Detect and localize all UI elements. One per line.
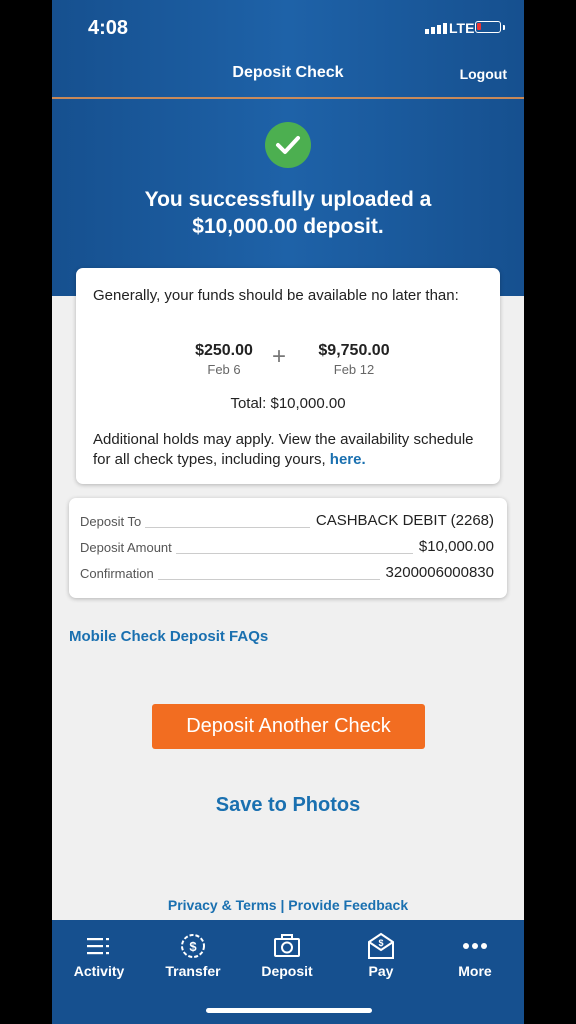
page-title: Deposit Check bbox=[232, 64, 344, 81]
signal-icon bbox=[425, 23, 447, 34]
app-screen: 4:08 LTE Deposit Check Logout You succes… bbox=[52, 0, 524, 1024]
battery-icon bbox=[475, 21, 501, 33]
tab-pay[interactable]: $ Pay bbox=[334, 920, 428, 990]
tab-deposit[interactable]: Deposit bbox=[240, 920, 334, 990]
first-release-amount: $250.00 Feb 6 bbox=[184, 342, 264, 377]
funds-total: Total: $10,000.00 bbox=[230, 395, 346, 412]
deposit-to-row: Deposit To CASHBACK DEBIT (2268) bbox=[80, 512, 494, 534]
network-label: LTE bbox=[449, 20, 475, 36]
home-indicator[interactable] bbox=[206, 1008, 372, 1013]
funds-availability-card: Generally, your funds should be availabl… bbox=[76, 268, 500, 484]
deposit-amount-value: $10,000.00 bbox=[412, 538, 494, 555]
success-line-2: $10,000.00 deposit. bbox=[192, 215, 384, 238]
confirmation-value: 3200006000830 bbox=[379, 564, 494, 581]
plus-sign: + bbox=[272, 343, 287, 370]
deposit-amount-label: Deposit Amount bbox=[80, 540, 176, 555]
dollar-transfer-icon: $ bbox=[179, 932, 207, 960]
tab-label: Pay bbox=[368, 963, 394, 979]
logout-button[interactable]: Logout bbox=[460, 66, 507, 82]
second-amount-value: $9,750.00 bbox=[318, 342, 390, 359]
first-amount-date: Feb 6 bbox=[207, 362, 241, 377]
status-bar: 4:08 LTE bbox=[52, 0, 524, 56]
footer-separator: | bbox=[280, 897, 285, 913]
availability-schedule-link[interactable]: here. bbox=[330, 451, 366, 468]
second-amount-date: Feb 12 bbox=[333, 362, 375, 377]
nav-bar: Deposit Check Logout bbox=[52, 56, 524, 98]
check-circle-icon bbox=[265, 122, 311, 168]
second-release-amount: $9,750.00 Feb 12 bbox=[304, 342, 404, 377]
holds-notice: Additional holds may apply. View the ava… bbox=[93, 430, 489, 470]
deposit-another-check-button[interactable]: Deposit Another Check bbox=[152, 704, 425, 749]
confirmation-label: Confirmation bbox=[80, 566, 158, 581]
provide-feedback-link[interactable]: Provide Feedback bbox=[288, 897, 408, 913]
faq-link[interactable]: Mobile Check Deposit FAQs bbox=[69, 628, 268, 645]
list-icon bbox=[85, 932, 113, 960]
tab-transfer[interactable]: $ Transfer bbox=[146, 920, 240, 990]
svg-text:$: $ bbox=[378, 938, 383, 948]
success-message: You successfully uploaded a $10,000.00 d… bbox=[82, 186, 494, 240]
tab-label: Transfer bbox=[165, 963, 221, 979]
first-amount-value: $250.00 bbox=[195, 342, 253, 359]
tab-label: Activity bbox=[73, 963, 125, 979]
status-time: 4:08 bbox=[88, 17, 129, 39]
holds-text: Additional holds may apply. View the ava… bbox=[93, 431, 474, 468]
footer-links: Privacy & Terms | Provide Feedback bbox=[52, 897, 524, 913]
tab-label: Deposit bbox=[261, 963, 313, 979]
more-dots-icon bbox=[461, 932, 489, 960]
deposit-to-label: Deposit To bbox=[80, 514, 146, 529]
battery-tip bbox=[503, 25, 505, 30]
save-to-photos-button[interactable]: Save to Photos bbox=[52, 794, 524, 817]
tab-more[interactable]: More bbox=[428, 920, 522, 990]
deposit-details-card: Deposit To CASHBACK DEBIT (2268) Deposit… bbox=[69, 498, 507, 598]
svg-text:$: $ bbox=[189, 939, 197, 954]
tab-label: More bbox=[458, 963, 492, 979]
nav-divider bbox=[52, 97, 524, 99]
camera-icon bbox=[273, 932, 301, 960]
success-line-1: You successfully uploaded a bbox=[144, 188, 432, 211]
confirmation-row: Confirmation 3200006000830 bbox=[80, 564, 494, 586]
tab-activity[interactable]: Activity bbox=[52, 920, 146, 990]
deposit-to-value: CASHBACK DEBIT (2268) bbox=[309, 512, 494, 529]
funds-intro-text: Generally, your funds should be availabl… bbox=[93, 287, 459, 304]
privacy-terms-link[interactable]: Privacy & Terms bbox=[168, 897, 277, 913]
deposit-amount-row: Deposit Amount $10,000.00 bbox=[80, 538, 494, 560]
envelope-dollar-icon: $ bbox=[367, 932, 395, 960]
